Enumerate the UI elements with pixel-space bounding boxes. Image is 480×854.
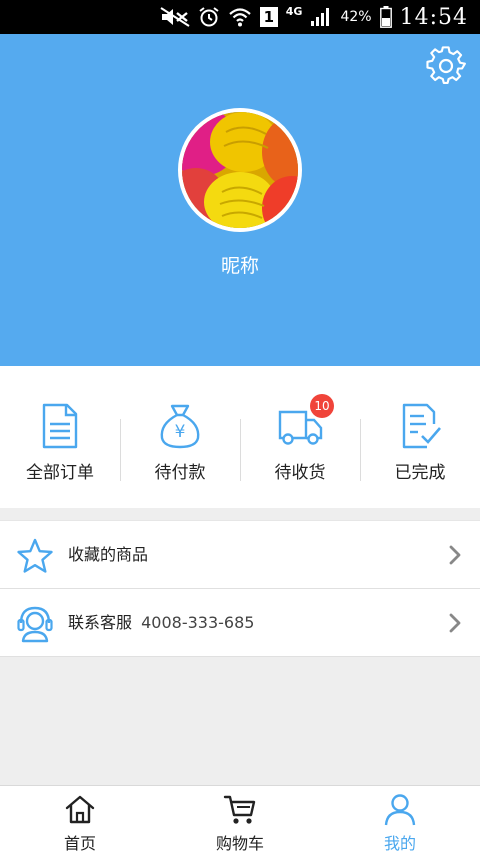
user-icon xyxy=(384,794,416,826)
headset-icon xyxy=(17,606,53,643)
order-pending-receipt-label: 待收货 xyxy=(274,463,326,483)
sim-indicator: 1 xyxy=(259,7,278,27)
clock: 14:54 xyxy=(399,4,468,30)
network-type: 4G xyxy=(285,5,303,18)
divider xyxy=(120,419,121,481)
alarm-icon xyxy=(199,7,219,27)
tab-mine[interactable]: 我的 xyxy=(320,786,480,854)
favorites-label: 收藏的商品 xyxy=(68,545,149,564)
avatar-yarn-image xyxy=(182,112,298,228)
order-status-panel: 全部订单 ¥ 待付款 待收货 已完成 xyxy=(0,366,480,508)
status-bar: 1 4G 42% 14:54 xyxy=(0,0,480,34)
tab-home[interactable]: 首页 xyxy=(0,786,160,854)
settings-gear-icon[interactable] xyxy=(426,46,466,86)
cart-icon xyxy=(223,795,256,824)
wifi-icon xyxy=(229,8,251,27)
order-pending-payment-label: 待付款 xyxy=(154,463,206,483)
customer-service-item[interactable]: 联系客服 4008-333-685 xyxy=(0,589,480,657)
status-icons: 1 4G 42% 14:54 xyxy=(160,0,468,34)
favorites-item[interactable]: 收藏的商品 xyxy=(0,520,480,589)
tab-cart-label: 购物车 xyxy=(215,834,264,853)
chevron-right-icon xyxy=(449,613,461,633)
tab-mine-label: 我的 xyxy=(383,834,416,853)
menu-list: 收藏的商品 联系客服 4008-333-685 xyxy=(0,520,480,657)
tab-home-label: 首页 xyxy=(63,834,96,853)
avatar[interactable] xyxy=(178,108,302,232)
pending-receipt-badge: 10 xyxy=(310,394,334,418)
divider xyxy=(240,419,241,481)
tab-cart[interactable]: 购物车 xyxy=(160,786,320,854)
bottom-tab-bar: 首页 购物车 我的 xyxy=(0,785,480,854)
money-bag-icon: ¥ xyxy=(160,404,200,449)
divider xyxy=(360,419,361,481)
order-pending-payment[interactable]: ¥ 待付款 xyxy=(120,366,240,508)
battery-icon xyxy=(379,6,392,28)
battery-percent: 42% xyxy=(340,9,372,25)
signal-icon xyxy=(311,8,330,26)
order-all-label: 全部订单 xyxy=(26,463,94,483)
chevron-right-icon xyxy=(449,545,461,565)
customer-service-label: 联系客服 xyxy=(68,613,133,632)
document-check-icon xyxy=(402,403,441,449)
customer-service-phone: 4008-333-685 xyxy=(141,613,255,632)
order-completed-label: 已完成 xyxy=(394,463,446,483)
star-icon xyxy=(17,538,53,573)
mute-icon xyxy=(160,7,190,27)
order-pending-receipt[interactable]: 待收货 xyxy=(240,366,360,508)
svg-text:¥: ¥ xyxy=(175,422,186,442)
home-icon xyxy=(65,795,95,824)
customer-service-text: 联系客服 4008-333-685 xyxy=(68,589,254,656)
nickname[interactable]: 昵称 xyxy=(0,251,480,278)
document-icon xyxy=(42,403,78,449)
profile-header: 昵称 xyxy=(0,34,480,366)
order-completed[interactable]: 已完成 xyxy=(360,366,480,508)
order-all[interactable]: 全部订单 xyxy=(0,366,120,508)
